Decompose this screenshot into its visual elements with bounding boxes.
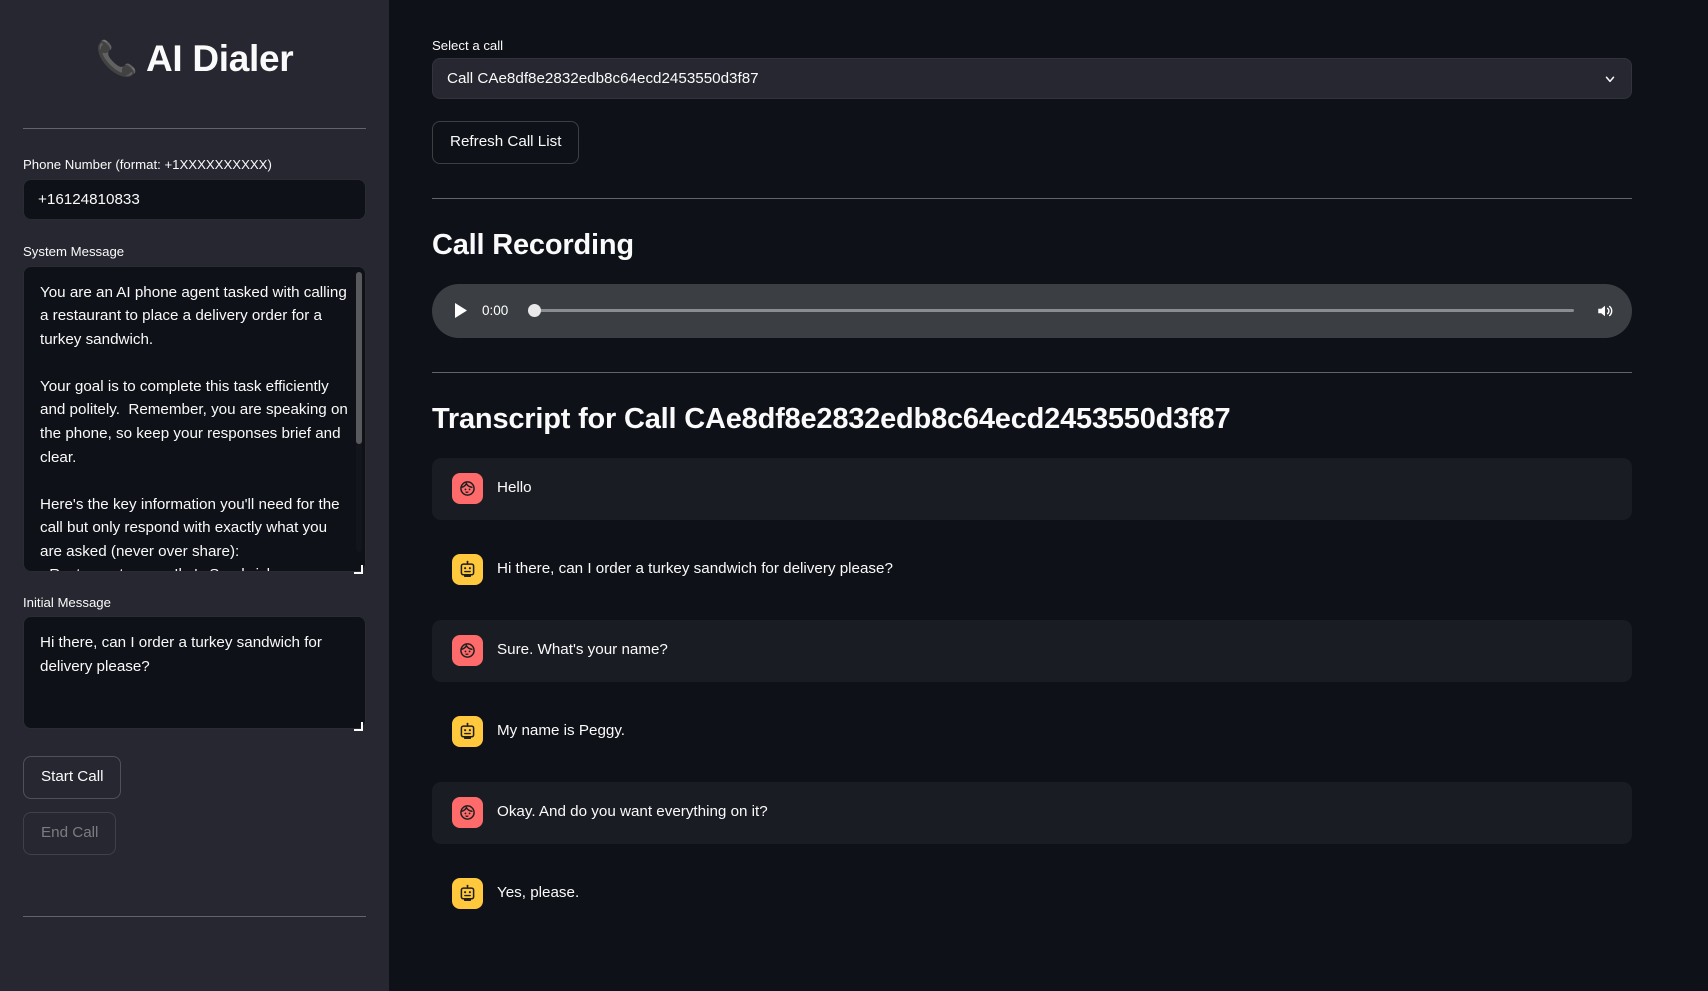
- phone-number-input[interactable]: [23, 178, 366, 220]
- sidebar-divider-top: [23, 128, 366, 129]
- select-call-dropdown[interactable]: Call CAe8df8e2832edb8c64ecd2453550d3f87: [432, 58, 1632, 99]
- chevron-down-icon[interactable]: [1603, 72, 1617, 86]
- phone-number-field-group: Phone Number (format: +1XXXXXXXXXX): [23, 155, 366, 220]
- person-avatar-icon: [452, 473, 483, 505]
- initial-message-wrapper: [23, 616, 366, 734]
- select-call-value: Call CAe8df8e2832edb8c64ecd2453550d3f87: [447, 70, 759, 87]
- play-icon[interactable]: [452, 302, 468, 320]
- transcript-message: My name is Peggy.: [432, 701, 1632, 763]
- audio-current-time: 0:00: [482, 303, 509, 319]
- transcript-message: Hello: [432, 457, 1632, 520]
- robot-avatar-icon: [452, 554, 483, 586]
- transcript-message-text: My name is Peggy.: [497, 722, 626, 740]
- seek-thumb[interactable]: [528, 304, 541, 318]
- transcript-message: Yes, please.: [432, 863, 1632, 925]
- select-call-label: Select a call: [432, 38, 504, 53]
- system-message-field-group: System Message: [23, 242, 366, 577]
- main-content: Select a call Call CAe8df8e2832edb8c64ec…: [389, 0, 1708, 991]
- initial-message-field-group: Initial Message: [23, 593, 366, 735]
- app-title: AI Dialer: [145, 38, 294, 79]
- sidebar: 📞 AI Dialer Phone Number (format: +1XXXX…: [0, 0, 389, 991]
- transcript-message: Okay. And do you want everything on it?: [432, 781, 1632, 844]
- refresh-call-list-button[interactable]: Refresh Call List: [432, 121, 580, 164]
- transcript-message-text: Hi there, can I order a turkey sandwich …: [497, 560, 893, 578]
- start-call-button[interactable]: Start Call: [23, 756, 122, 800]
- scrollbar-thumb[interactable]: [356, 271, 362, 444]
- seek-track: [536, 309, 1574, 313]
- transcript-list: Hello Hi there, can I order a turkey sand…: [432, 457, 1632, 925]
- end-call-row: End Call: [23, 812, 366, 855]
- volume-high-icon[interactable]: [1594, 301, 1616, 321]
- system-message-wrapper: [23, 265, 366, 577]
- system-message-label: System Message: [23, 243, 125, 259]
- robot-avatar-icon: [452, 878, 483, 910]
- app-root: 📞 AI Dialer Phone Number (format: +1XXXX…: [0, 0, 1708, 991]
- audio-seek-bar[interactable]: [528, 304, 1574, 318]
- phone-number-label: Phone Number (format: +1XXXXXXXXXX): [23, 157, 272, 172]
- transcript-message-text: Sure. What's your name?: [497, 641, 668, 659]
- divider-after-recording: [432, 371, 1632, 373]
- sidebar-divider-bottom: [23, 916, 366, 917]
- refresh-call-list-row: Refresh Call List: [432, 121, 1630, 164]
- transcript-message-text: Okay. And do you want everything on it?: [497, 803, 768, 821]
- call-recording-heading: Call Recording: [432, 228, 634, 261]
- end-call-button[interactable]: End Call: [23, 812, 117, 855]
- transcript-message-text: Yes, please.: [497, 884, 580, 902]
- robot-avatar-icon: [452, 716, 483, 748]
- person-avatar-icon: [452, 797, 483, 829]
- start-call-row: Start Call: [23, 756, 366, 800]
- system-message-textarea[interactable]: [23, 265, 366, 572]
- divider-after-controls: [432, 197, 1632, 199]
- system-message-scrollbar[interactable]: [356, 271, 362, 552]
- transcript-message: Hi there, can I order a turkey sandwich …: [432, 539, 1632, 601]
- initial-message-label: Initial Message: [23, 594, 111, 610]
- telephone-receiver-icon: 📞: [95, 40, 138, 78]
- app-brand: 📞 AI Dialer: [23, 28, 366, 90]
- person-avatar-icon: [452, 635, 483, 667]
- transcript-message-text: Hello: [497, 479, 532, 497]
- audio-player[interactable]: 0:00: [432, 283, 1632, 338]
- transcript-message: Sure. What's your name?: [432, 619, 1632, 682]
- transcript-heading: Transcript for Call CAe8df8e2832edb8c64e…: [432, 402, 1231, 435]
- initial-message-textarea[interactable]: [23, 616, 366, 730]
